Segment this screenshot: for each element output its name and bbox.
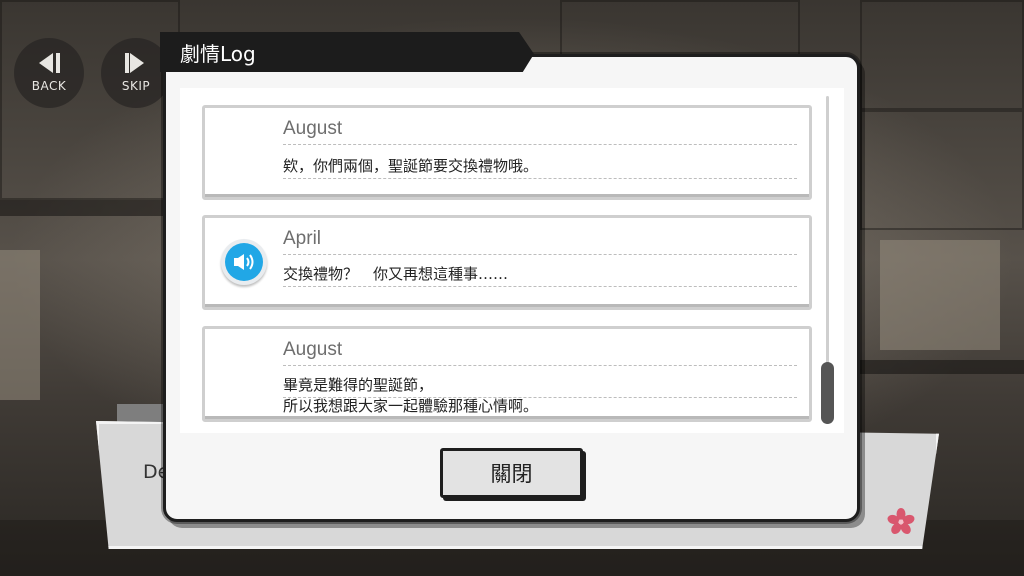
log-divider: [283, 286, 797, 287]
log-divider: [283, 254, 797, 255]
close-button[interactable]: 關閉: [440, 448, 583, 498]
log-divider: [283, 144, 797, 145]
log-divider: [283, 178, 797, 179]
log-line: 所以我想跟大家一起體驗那種心情啊。: [283, 397, 539, 415]
speaker-icon: [234, 254, 254, 270]
log-entry: August 畢竟是難得的聖誕節， 所以我想跟大家一起體驗那種心情啊。: [202, 326, 812, 422]
log-divider: [283, 365, 797, 366]
log-line: 欸，你們兩個，聖誕節要交換禮物哦。: [283, 157, 539, 175]
sakura-icon: [887, 508, 915, 535]
skip-forward-icon: [125, 53, 144, 73]
log-line: 交換禮物？ 你又再想這種事……: [283, 265, 509, 283]
scrollbar-thumb[interactable]: [821, 362, 834, 424]
log-speaker: August: [283, 339, 343, 360]
log-line: 畢竟是難得的聖誕節，: [283, 376, 434, 394]
log-entry: April 交換禮物？ 你又再想這種事……: [202, 215, 812, 310]
log-speaker: April: [283, 228, 322, 249]
voice-replay-button[interactable]: [221, 239, 267, 285]
back-button[interactable]: BACK: [14, 38, 84, 108]
skip-back-icon: [39, 53, 60, 73]
back-label: BACK: [31, 79, 67, 93]
log-entry: August 欸，你們兩個，聖誕節要交換禮物哦。: [202, 105, 812, 200]
modal-title: 劇情Log: [180, 42, 256, 66]
log-list[interactable]: August 欸，你們兩個，聖誕節要交換禮物哦。 April 交換禮物？ 你又再…: [180, 88, 844, 433]
skip-label: SKIP: [121, 79, 151, 93]
log-speaker: August: [283, 118, 343, 139]
